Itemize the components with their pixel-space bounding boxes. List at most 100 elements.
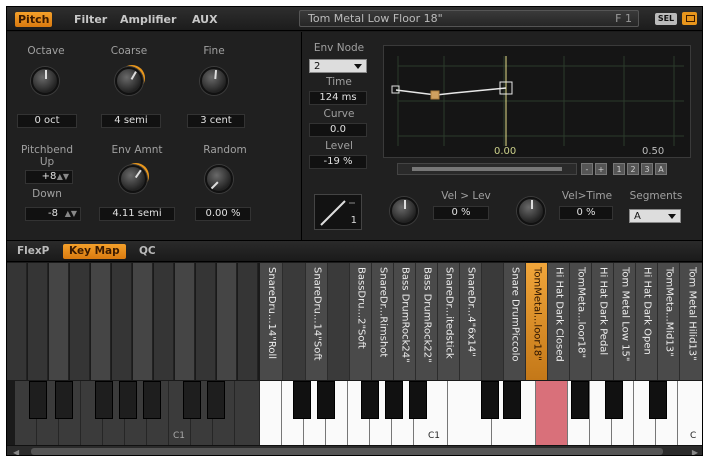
empty-slot[interactable] — [133, 263, 153, 380]
tab-pitch[interactable]: Pitch — [15, 12, 53, 27]
sample-slot[interactable]: SnareDr...4"6x14" — [460, 263, 482, 380]
tab-qc[interactable]: QC — [133, 244, 162, 259]
piano-black-key[interactable] — [55, 381, 73, 419]
piano-key[interactable]: C — [678, 381, 702, 445]
sample-slot[interactable] — [283, 263, 306, 380]
random-knob[interactable] — [205, 165, 233, 193]
empty-slot[interactable] — [154, 263, 174, 380]
pitchbend-up-field[interactable]: +8 ▲▼ — [25, 170, 73, 184]
segments-dropdown[interactable]: A — [629, 209, 681, 223]
piano-black-key[interactable] — [207, 381, 225, 419]
coarse-knob[interactable] — [115, 67, 143, 95]
vel-time-value[interactable]: 0 % — [559, 206, 613, 220]
sample-slot[interactable]: Hi Hat Dark Closed — [548, 263, 570, 380]
piano-key[interactable] — [235, 381, 260, 445]
piano-black-key[interactable] — [29, 381, 47, 419]
empty-slot[interactable] — [49, 263, 69, 380]
sample-slot[interactable]: SnareDru...14"Roll — [260, 263, 283, 380]
zoom-in-button[interactable]: + — [595, 163, 607, 175]
empty-slot[interactable] — [28, 263, 48, 380]
random-value[interactable]: 0.00 % — [195, 207, 251, 221]
lock-icon[interactable] — [682, 12, 697, 25]
sample-slot[interactable]: BassDru...2"Soft — [350, 263, 372, 380]
vel-lev-value[interactable]: 0 % — [433, 206, 489, 220]
piano-key[interactable] — [260, 381, 282, 445]
zoom-preset-2[interactable]: 2 — [627, 163, 639, 175]
sample-slot[interactable] — [328, 263, 350, 380]
env-node-2[interactable] — [430, 90, 440, 100]
pitchbend-down-field[interactable]: -8 ▲▼ — [25, 207, 81, 221]
envelope-graph[interactable]: 0.00 0.50 — [383, 45, 691, 158]
env-amnt-knob[interactable] — [119, 165, 147, 193]
sample-slot[interactable]: Hi Hat Dark Open — [636, 263, 658, 380]
piano-black-key[interactable] — [385, 381, 403, 419]
empty-slot[interactable] — [217, 263, 237, 380]
empty-slot[interactable] — [91, 263, 111, 380]
piano-black-key[interactable] — [143, 381, 161, 419]
tab-key-map[interactable]: Key Map — [63, 244, 126, 259]
keymap-scroll-thumb[interactable] — [31, 448, 663, 455]
sel-button[interactable]: SEL — [655, 13, 677, 25]
empty-slot[interactable] — [112, 263, 132, 380]
zoom-out-button[interactable]: - — [581, 163, 593, 175]
keymap-scrollbar[interactable]: ◀ ▶ — [7, 445, 702, 455]
piano-key-pressed[interactable] — [536, 381, 568, 445]
envelope-scroll-thumb[interactable] — [412, 167, 562, 171]
piano-black-key[interactable] — [649, 381, 667, 419]
piano-black-key[interactable] — [361, 381, 379, 419]
piano-black-key[interactable] — [183, 381, 201, 419]
empty-slot[interactable] — [7, 263, 27, 380]
sample-slot[interactable]: TomMeta...loor18" — [570, 263, 592, 380]
sample-slot[interactable]: Bass DrumRock24" — [394, 263, 416, 380]
zoom-auto-button[interactable]: A — [655, 163, 667, 175]
octave-value[interactable]: 0 oct — [17, 114, 77, 128]
piano-black-key[interactable] — [119, 381, 137, 419]
fine-knob[interactable] — [200, 67, 228, 95]
envelope-scrollbar[interactable] — [397, 163, 577, 175]
tab-aux[interactable]: AUX — [189, 12, 221, 27]
octave-knob[interactable] — [31, 67, 59, 95]
empty-slot[interactable] — [238, 263, 258, 380]
sample-slot[interactable]: Tom Metal Hilid13" — [680, 263, 702, 380]
piano-black-key[interactable] — [605, 381, 623, 419]
curve-value[interactable]: 0.0 — [309, 123, 367, 137]
scroll-left-icon[interactable]: ◀ — [13, 448, 19, 455]
scroll-right-icon[interactable]: ▶ — [692, 448, 698, 455]
piano-black-key[interactable] — [317, 381, 335, 419]
empty-slot[interactable] — [196, 263, 216, 380]
env-node-dropdown[interactable]: 2 — [309, 59, 367, 73]
piano-black-key[interactable] — [481, 381, 499, 419]
level-value[interactable]: -19 % — [309, 155, 367, 169]
piano-black-key[interactable] — [409, 381, 427, 419]
piano-black-key[interactable] — [571, 381, 589, 419]
fine-value[interactable]: 3 cent — [187, 114, 245, 128]
tab-amplifier[interactable]: Amplifier — [117, 12, 179, 27]
zoom-preset-3[interactable]: 3 — [641, 163, 653, 175]
preset-name-field[interactable]: Tom Metal Low Floor 18" F 1 — [299, 10, 639, 27]
spin-arrows-icon[interactable]: ▲▼ — [57, 171, 69, 183]
sample-slot[interactable]: Tom Metal Low 15" — [614, 263, 636, 380]
sample-slot[interactable] — [482, 263, 504, 380]
sample-slot[interactable]: TomMeta...Mid13" — [658, 263, 680, 380]
sample-slot[interactable]: Snare DrumPiccolo — [504, 263, 526, 380]
sample-slot[interactable]: Hi Hat Dark Pedal — [592, 263, 614, 380]
sample-slot[interactable]: SnareDr...itedstick — [438, 263, 460, 380]
curve-shape-button[interactable]: 1 — [314, 194, 362, 230]
piano-black-key[interactable] — [293, 381, 311, 419]
empty-slot[interactable] — [70, 263, 90, 380]
env-amnt-value[interactable]: 4.11 semi — [99, 207, 175, 221]
sample-slot[interactable]: SnareDru...14"Soft — [306, 263, 328, 380]
piano-black-key[interactable] — [503, 381, 521, 419]
tab-flexp[interactable]: FlexP — [11, 244, 55, 259]
time-value[interactable]: 124 ms — [309, 91, 367, 105]
vel-lev-knob[interactable] — [390, 197, 418, 225]
zoom-preset-1[interactable]: 1 — [613, 163, 625, 175]
vel-time-knob[interactable] — [517, 197, 545, 225]
coarse-value[interactable]: 4 semi — [101, 114, 161, 128]
sample-slot-selected[interactable]: TomMetal...loor18" — [526, 263, 548, 380]
sample-slot[interactable]: Bass DrumRock22" — [416, 263, 438, 380]
sample-slot[interactable]: SnareDr...Rimshot — [372, 263, 394, 380]
piano-black-key[interactable] — [95, 381, 113, 419]
spin-arrows-icon[interactable]: ▲▼ — [65, 208, 77, 220]
empty-slot[interactable] — [175, 263, 195, 380]
